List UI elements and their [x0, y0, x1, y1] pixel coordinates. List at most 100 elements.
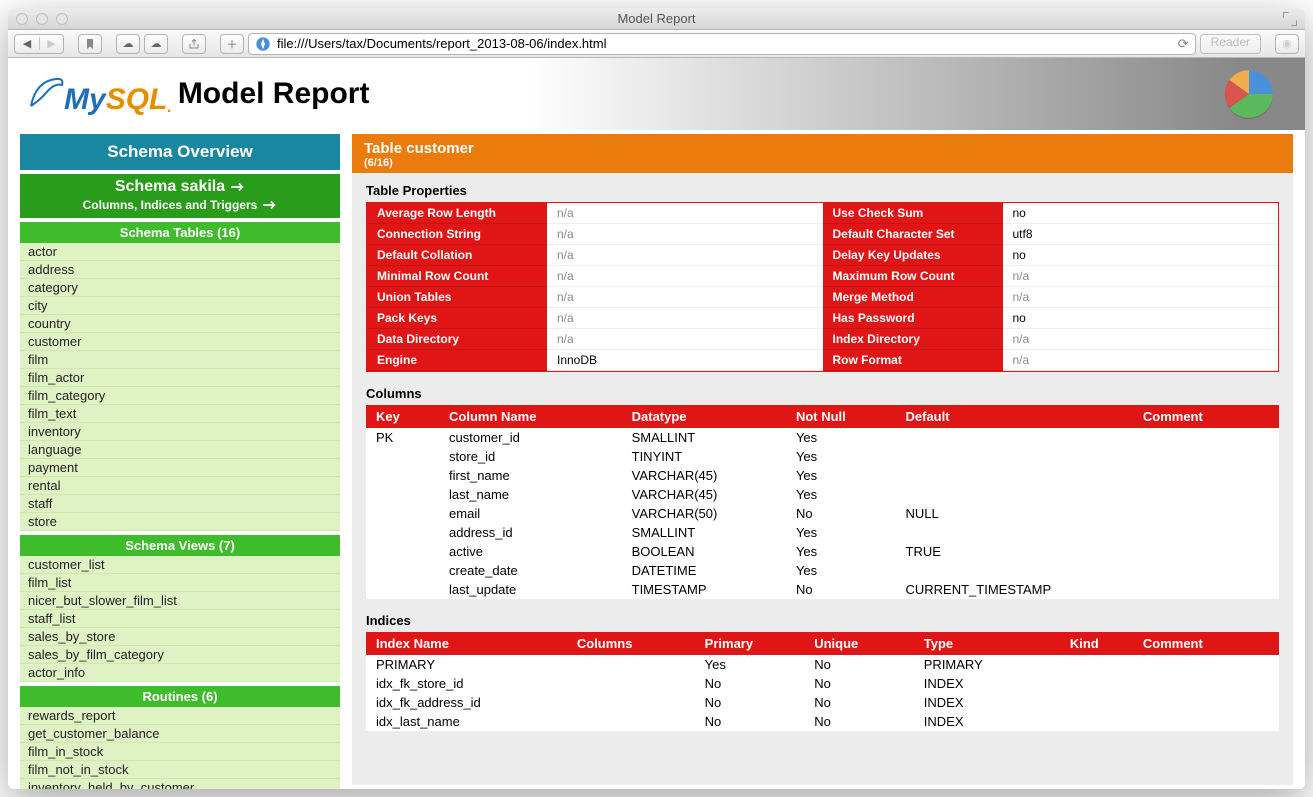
table-row: idx_fk_store_idNoNoINDEX	[366, 674, 1279, 693]
address-bar[interactable]: ⟳	[248, 33, 1196, 55]
property-value: n/a	[1003, 350, 1279, 371]
property-value: n/a	[547, 266, 823, 287]
property-label: Has Password	[823, 308, 1003, 329]
browser-window: Model Report ◀ ▶ ☁ ☁ ＋ ⟳ Reader ◉ MySQL	[8, 8, 1305, 789]
table-item[interactable]: payment	[20, 459, 340, 477]
sidebar: Schema Overview Schema sakila Columns, I…	[20, 134, 340, 785]
property-value: n/a	[547, 224, 823, 245]
new-tab-button[interactable]: ＋	[220, 34, 244, 54]
table-banner: Table customer (6/16)	[352, 134, 1293, 173]
property-label: Data Directory	[367, 329, 547, 350]
column-header: Comment	[1133, 632, 1279, 655]
table-item[interactable]: inventory	[20, 423, 340, 441]
property-value: n/a	[547, 308, 823, 329]
report-header: MySQL. Model Report	[8, 58, 1305, 130]
table-row: idx_last_nameNoNoINDEX	[366, 712, 1279, 731]
column-header: Comment	[1133, 405, 1279, 428]
table-item[interactable]: film_text	[20, 405, 340, 423]
icloud-sync-button[interactable]: ☁	[144, 34, 168, 54]
forward-button[interactable]: ▶	[39, 37, 63, 50]
property-label: Delay Key Updates	[823, 245, 1003, 266]
routines-section-header: Routines (6)	[20, 686, 340, 707]
table-item[interactable]: address	[20, 261, 340, 279]
indices-table: Index NameColumnsPrimaryUniqueTypeKindCo…	[366, 632, 1279, 731]
property-label: Row Format	[823, 350, 1003, 371]
table-item[interactable]: film	[20, 351, 340, 369]
property-label: Engine	[367, 350, 547, 371]
indices-section: Indices Index NameColumnsPrimaryUniqueTy…	[352, 603, 1293, 735]
views-list: customer_listfilm_listnicer_but_slower_f…	[20, 556, 340, 682]
column-header: Not Null	[786, 405, 896, 428]
browser-toolbar: ◀ ▶ ☁ ☁ ＋ ⟳ Reader ◉	[8, 30, 1305, 58]
reload-button[interactable]: ⟳	[1172, 36, 1189, 52]
table-item[interactable]: film_category	[20, 387, 340, 405]
view-item[interactable]: nicer_but_slower_film_list	[20, 592, 340, 610]
icloud-tabs-button[interactable]: ☁	[116, 34, 140, 54]
column-header: Unique	[804, 632, 914, 655]
table-properties-section: Table Properties Average Row Lengthn/aCo…	[352, 173, 1293, 376]
column-header: Datatype	[622, 405, 786, 428]
table-item[interactable]: city	[20, 297, 340, 315]
table-item[interactable]: customer	[20, 333, 340, 351]
view-item[interactable]: sales_by_store	[20, 628, 340, 646]
table-row: first_nameVARCHAR(45)Yes	[366, 466, 1279, 485]
routine-item[interactable]: film_not_in_stock	[20, 761, 340, 779]
property-value: n/a	[1003, 287, 1279, 308]
property-label: Average Row Length	[367, 203, 547, 224]
table-item[interactable]: film_actor	[20, 369, 340, 387]
table-row: create_dateDATETIMEYes	[366, 561, 1279, 580]
view-item[interactable]: sales_by_film_category	[20, 646, 340, 664]
property-label: Merge Method	[823, 287, 1003, 308]
property-value: no	[1003, 203, 1279, 224]
downloads-button[interactable]: ◉	[1275, 34, 1299, 54]
table-item[interactable]: language	[20, 441, 340, 459]
column-header: Primary	[695, 632, 805, 655]
routine-item[interactable]: film_in_stock	[20, 743, 340, 761]
views-section-header: Schema Views (7)	[20, 535, 340, 556]
table-item[interactable]: category	[20, 279, 340, 297]
property-value: n/a	[547, 287, 823, 308]
bookmark-button[interactable]	[78, 34, 102, 54]
routine-item[interactable]: inventory_held_by_customer	[20, 779, 340, 789]
view-item[interactable]: actor_info	[20, 664, 340, 682]
table-row: last_nameVARCHAR(45)Yes	[366, 485, 1279, 504]
site-icon	[255, 36, 271, 52]
tables-list: actoraddresscategorycitycountrycustomerf…	[20, 243, 340, 531]
column-header: Index Name	[366, 632, 567, 655]
window-title: Model Report	[8, 11, 1305, 26]
property-value: no	[1003, 245, 1279, 266]
nav-buttons: ◀ ▶	[14, 34, 64, 54]
main-panel: Table customer (6/16) Table Properties A…	[352, 134, 1293, 785]
property-value: no	[1003, 308, 1279, 329]
table-item[interactable]: store	[20, 513, 340, 531]
table-item[interactable]: country	[20, 315, 340, 333]
back-button[interactable]: ◀	[15, 37, 39, 50]
table-item[interactable]: actor	[20, 243, 340, 261]
report-body: Schema Overview Schema sakila Columns, I…	[8, 130, 1305, 789]
column-header: Key	[366, 405, 439, 428]
share-button[interactable]	[182, 34, 206, 54]
column-header: Default	[896, 405, 1133, 428]
fullscreen-icon[interactable]	[1283, 12, 1297, 26]
schema-overview-header[interactable]: Schema Overview	[20, 134, 340, 170]
columns-section: Columns KeyColumn NameDatatypeNot NullDe…	[352, 376, 1293, 603]
table-name: Table customer	[364, 140, 1281, 157]
reader-button[interactable]: Reader	[1200, 34, 1261, 54]
schema-header[interactable]: Schema sakila Columns, Indices and Trigg…	[20, 174, 340, 218]
window-titlebar: Model Report	[8, 8, 1305, 30]
property-label: Maximum Row Count	[823, 266, 1003, 287]
view-item[interactable]: staff_list	[20, 610, 340, 628]
property-label: Default Collation	[367, 245, 547, 266]
property-label: Use Check Sum	[823, 203, 1003, 224]
table-position: (6/16)	[364, 157, 1281, 169]
view-item[interactable]: film_list	[20, 574, 340, 592]
table-item[interactable]: staff	[20, 495, 340, 513]
url-input[interactable]	[277, 36, 1166, 51]
view-item[interactable]: customer_list	[20, 556, 340, 574]
property-value: InnoDB	[547, 350, 823, 371]
table-item[interactable]: rental	[20, 477, 340, 495]
routine-item[interactable]: get_customer_balance	[20, 725, 340, 743]
property-label: Pack Keys	[367, 308, 547, 329]
routine-item[interactable]: rewards_report	[20, 707, 340, 725]
column-header: Kind	[1060, 632, 1133, 655]
